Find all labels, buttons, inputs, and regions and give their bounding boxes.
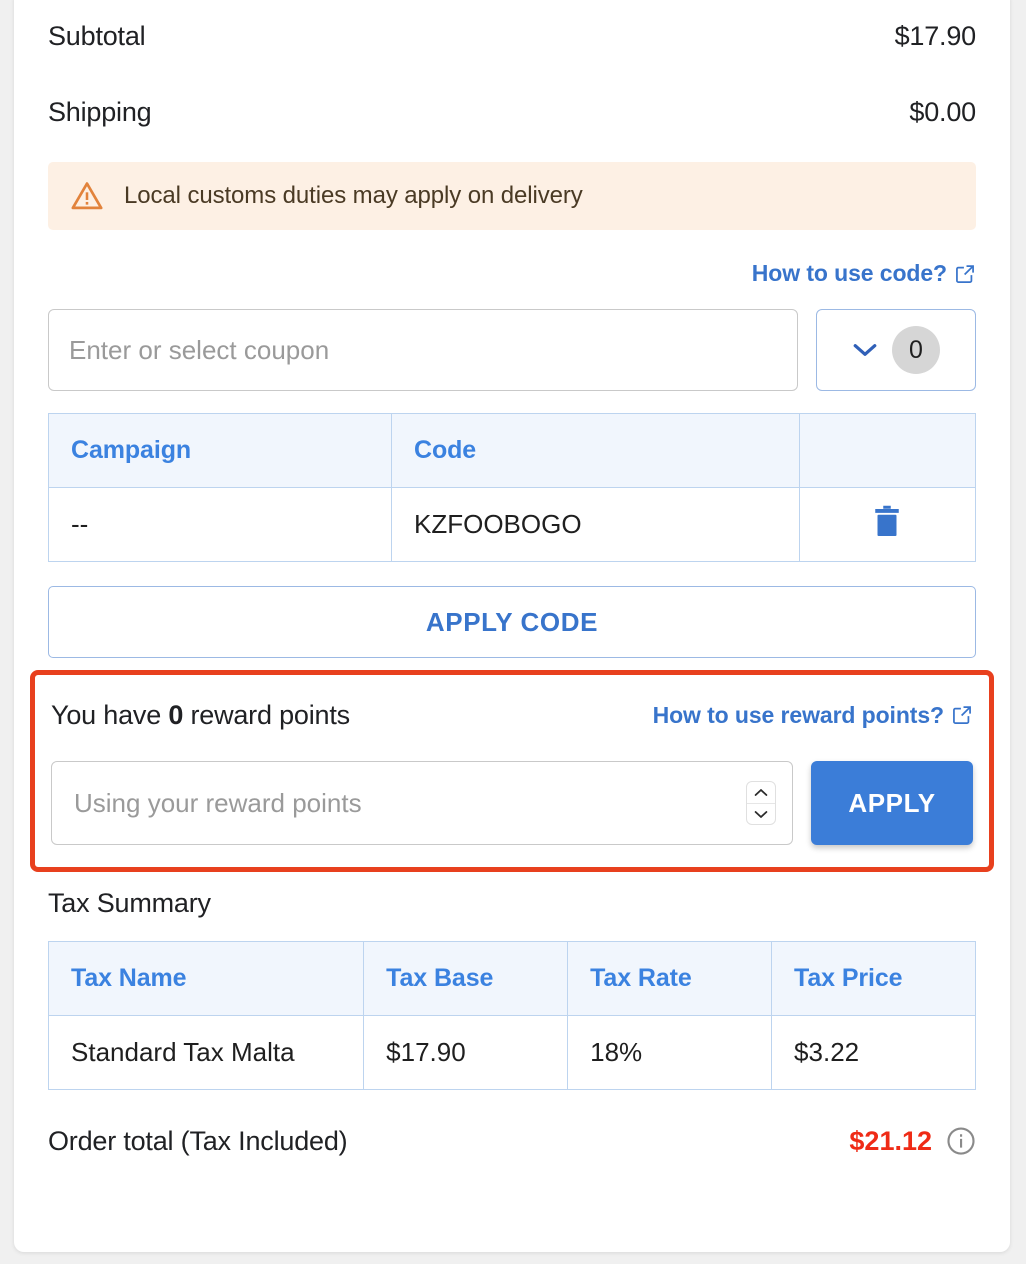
order-total-value-group: $21.12 <box>849 1126 976 1157</box>
tax-header-name: Tax Name <box>47 941 365 1016</box>
shipping-value: $0.00 <box>909 96 976 127</box>
reward-points-input[interactable]: Using your reward points <box>51 761 793 845</box>
coupon-header-campaign: Campaign <box>48 413 392 488</box>
reward-label-suffix: reward points <box>183 699 350 730</box>
chevron-down-icon <box>754 810 768 818</box>
applied-coupons-table: Campaign Code -- KZFOOBOGO <box>48 413 977 562</box>
how-to-use-reward-points-label: How to use reward points? <box>652 701 945 728</box>
external-link-icon <box>953 706 971 724</box>
tax-summary-table: Tax Name Tax Base Tax Rate Tax Price Sta… <box>47 941 976 1090</box>
coupon-dropdown-button[interactable]: 0 <box>816 309 976 391</box>
reward-points-section: You have 0 reward points How to use rewa… <box>30 670 994 872</box>
subtotal-label: Subtotal <box>48 20 146 51</box>
spinner-increment-button[interactable] <box>747 782 775 803</box>
tax-header-base: Tax Base <box>363 941 569 1016</box>
coupon-count-badge: 0 <box>892 326 940 374</box>
how-to-use-code-label: How to use code? <box>751 260 947 286</box>
reward-points-placeholder: Using your reward points <box>74 787 362 818</box>
tax-cell-name: Standard Tax Malta <box>47 1015 365 1090</box>
coupon-entry-row: Enter or select coupon 0 <box>48 309 976 391</box>
warning-triangle-icon <box>71 182 103 210</box>
trash-icon[interactable] <box>872 504 902 538</box>
tax-header-price: Tax Price <box>771 941 976 1016</box>
coupon-help-row: How to use code? <box>48 260 976 287</box>
reward-points-header: You have 0 reward points How to use rewa… <box>51 693 973 737</box>
order-total-value: $21.12 <box>849 1125 932 1156</box>
coupon-input-placeholder: Enter or select coupon <box>69 334 330 365</box>
customs-warning-banner: Local customs duties may apply on delive… <box>48 162 976 230</box>
chevron-down-icon <box>853 344 877 356</box>
info-circle-icon[interactable] <box>946 1126 976 1156</box>
coupon-cell-code: KZFOOBOGO <box>390 487 800 562</box>
subtotal-row: Subtotal $17.90 <box>48 12 976 60</box>
tax-header-rate: Tax Rate <box>567 941 773 1016</box>
coupon-table-header-row: Campaign Code <box>48 413 977 488</box>
table-row: Standard Tax Malta $17.90 18% $3.22 <box>47 1015 976 1090</box>
table-row: -- KZFOOBOGO <box>48 487 977 562</box>
reward-points-label: You have 0 reward points <box>51 700 350 731</box>
tax-cell-rate: 18% <box>567 1015 773 1090</box>
spinner-decrement-button[interactable] <box>747 803 775 824</box>
order-summary-card: Subtotal $17.90 Shipping $0.00 Local cus… <box>14 0 1010 1252</box>
order-total-label: Order total (Tax Included) <box>48 1125 348 1156</box>
tax-table-header-row: Tax Name Tax Base Tax Rate Tax Price <box>47 941 976 1016</box>
shipping-label: Shipping <box>48 96 152 127</box>
customs-warning-text: Local customs duties may apply on delive… <box>124 182 583 209</box>
reward-points-count: 0 <box>168 699 184 730</box>
tax-cell-price: $3.22 <box>771 1015 976 1090</box>
coupon-cell-campaign: -- <box>48 487 392 562</box>
coupon-header-actions <box>798 413 977 488</box>
coupon-header-code: Code <box>390 413 800 488</box>
order-total-row: Order total (Tax Included) $21.12 <box>48 1118 976 1164</box>
external-link-icon <box>956 264 974 283</box>
tax-summary-title: Tax Summary <box>48 888 211 918</box>
shipping-row: Shipping $0.00 <box>48 88 976 136</box>
chevron-up-icon <box>754 789 768 796</box>
tax-cell-base: $17.90 <box>363 1015 569 1090</box>
how-to-use-reward-points-link[interactable]: How to use reward points? <box>653 702 973 729</box>
number-spinner-icon[interactable] <box>746 781 776 825</box>
subtotal-value: $17.90 <box>894 20 977 51</box>
apply-code-button[interactable]: APPLY CODE <box>48 586 976 658</box>
checkout-summary-page: Subtotal $17.90 Shipping $0.00 Local cus… <box>0 0 1026 1264</box>
coupon-input[interactable]: Enter or select coupon <box>48 309 798 391</box>
reward-points-entry-row: Using your reward points APPLY <box>51 761 973 845</box>
reward-label-prefix: You have <box>51 699 169 730</box>
how-to-use-code-link[interactable]: How to use code? <box>752 260 976 287</box>
apply-reward-points-button[interactable]: APPLY <box>811 761 973 845</box>
coupon-cell-delete[interactable] <box>798 487 977 562</box>
